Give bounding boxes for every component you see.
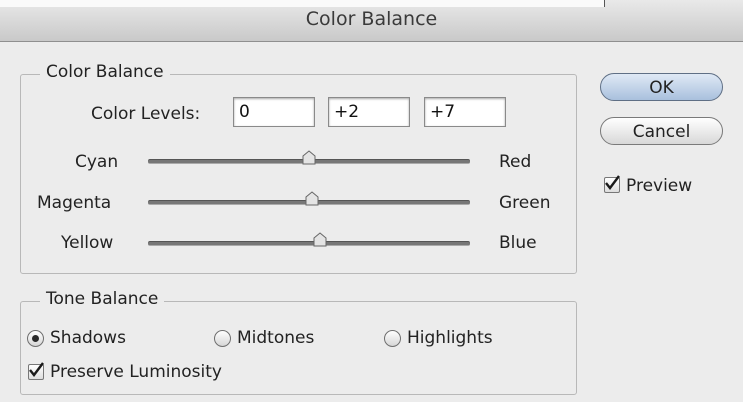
- slider-yellow-label: Yellow: [61, 233, 114, 253]
- tone-balance-group-label: Tone Balance: [40, 289, 165, 309]
- preview-checkbox[interactable]: [604, 175, 620, 193]
- radio-shadows[interactable]: [27, 330, 44, 347]
- background-window-strip: [0, 0, 605, 7]
- window-title: Color Balance: [305, 8, 438, 30]
- slider-magenta-label: Magenta: [37, 193, 112, 213]
- checkmark-icon: [29, 362, 44, 377]
- radio-highlights[interactable]: [384, 330, 401, 347]
- slider-magenta-green-thumb[interactable]: [304, 191, 320, 207]
- cancel-button[interactable]: Cancel: [600, 117, 723, 145]
- radio-midtones-label[interactable]: Midtones: [237, 328, 314, 348]
- preserve-luminosity-checkbox[interactable]: [28, 362, 44, 380]
- radio-highlights-label[interactable]: Highlights: [407, 328, 493, 348]
- checkmark-icon: [605, 175, 620, 190]
- radio-selected-dot: [32, 335, 39, 342]
- preserve-luminosity-label[interactable]: Preserve Luminosity: [50, 362, 222, 382]
- color-level-magenta-green-input[interactable]: [328, 97, 410, 127]
- slider-cyan-red-thumb[interactable]: [301, 150, 317, 166]
- window-titlebar: Color Balance: [0, 0, 743, 42]
- color-levels-label: Color Levels:: [91, 104, 201, 124]
- radio-midtones[interactable]: [214, 330, 231, 347]
- slider-red-label: Red: [499, 152, 532, 172]
- slider-blue-label: Blue: [499, 233, 537, 253]
- color-level-yellow-blue-input[interactable]: [424, 97, 506, 127]
- slider-cyan-label: Cyan: [75, 152, 119, 172]
- color-balance-group-label: Color Balance: [40, 62, 170, 82]
- slider-yellow-blue-thumb[interactable]: [312, 232, 328, 248]
- slider-green-label: Green: [499, 193, 551, 213]
- preview-label[interactable]: Preview: [626, 176, 692, 196]
- radio-shadows-label[interactable]: Shadows: [50, 328, 126, 348]
- color-level-cyan-red-input[interactable]: [233, 97, 315, 127]
- ok-button[interactable]: OK: [600, 73, 723, 101]
- slider-yellow-blue-track[interactable]: [148, 241, 470, 246]
